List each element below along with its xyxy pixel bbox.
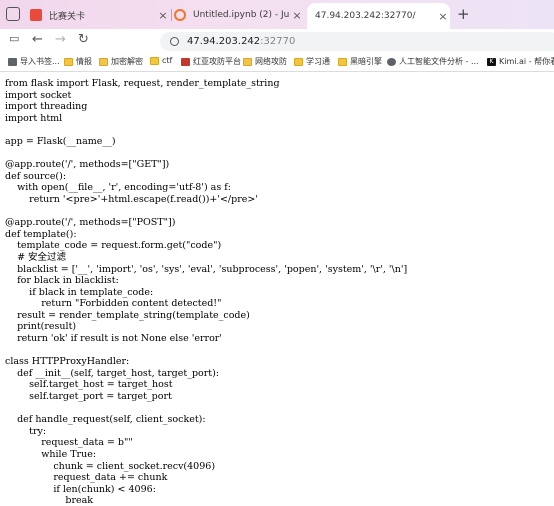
kimi-icon: K: [487, 57, 496, 66]
bookmark-label: 红亚攻防平台: [193, 57, 241, 66]
bookmark-label: 情报: [76, 57, 92, 66]
bookmark-hongya[interactable]: 红亚攻防平台: [181, 56, 241, 67]
competition-favicon-icon: [30, 9, 42, 21]
tab-jupyterlab[interactable]: Untitled.ipynb (2) - JupyterLab ×: [174, 3, 304, 27]
url-port: :32770: [260, 36, 296, 47]
folder-icon: [150, 56, 159, 65]
bookmark-folder-intel[interactable]: 情报: [64, 56, 92, 67]
bookmark-folder-xuexitong[interactable]: 学习通: [294, 56, 330, 67]
import-icon: [8, 57, 17, 66]
close-tab-icon[interactable]: ×: [436, 10, 450, 23]
tab-actions-icon[interactable]: [6, 7, 20, 21]
close-tab-icon[interactable]: ×: [156, 9, 170, 22]
bookmark-folder-network[interactable]: 网络攻防: [243, 56, 287, 67]
new-tab-button[interactable]: +: [457, 5, 470, 23]
folder-icon: [64, 57, 73, 66]
reload-button[interactable]: ↻: [78, 32, 89, 47]
back-button[interactable]: ←: [32, 32, 43, 47]
tab-title: 比赛关卡: [49, 11, 86, 22]
bookmarks-bar: 导入书签... 情报 加密解密 ctf 红亚攻防平台 网络攻防 学习通 黑暗引擎…: [0, 53, 554, 72]
jupyter-favicon-icon: [174, 9, 186, 21]
tab-competition[interactable]: 比赛关卡 ×: [30, 3, 170, 27]
bookmark-label: 导入书签...: [20, 57, 60, 66]
ai-analysis-icon: [387, 57, 396, 66]
bookmark-label: 加密解密: [111, 57, 143, 66]
bookmark-label: 学习通: [306, 57, 330, 66]
folder-icon: [243, 57, 252, 66]
bookmark-label: 黑暗引擎: [350, 57, 382, 66]
page-content: from flask import Flask, request, render…: [0, 72, 554, 506]
sidebar-toggle-icon[interactable]: ▭: [9, 32, 19, 45]
bookmark-folder-ctf[interactable]: ctf: [150, 56, 172, 65]
site-info-icon[interactable]: [170, 37, 179, 46]
bookmark-label: 网络攻防: [255, 57, 287, 66]
source-code-listing: from flask import Flask, request, render…: [5, 78, 408, 506]
bookmark-kimi[interactable]: K Kimi.ai - 帮你看: [487, 56, 554, 67]
bookmark-ai-file-analysis[interactable]: 人工智能文件分析 - ...: [387, 56, 479, 67]
folder-icon: [338, 57, 347, 66]
tab-title: Untitled.ipynb (2) - JupyterLab: [193, 10, 290, 20]
tab-strip: 比赛关卡 × Untitled.ipynb (2) - JupyterLab ×…: [0, 0, 554, 29]
bookmark-label: 人工智能文件分析 - ...: [399, 57, 479, 66]
forward-button[interactable]: →: [55, 32, 66, 47]
folder-icon: [294, 57, 303, 66]
hongya-icon: [181, 57, 190, 66]
address-bar[interactable]: 47.94.203.242:32770: [160, 32, 554, 51]
tab-active-page[interactable]: 47.94.203.242:32770/ ×: [307, 3, 450, 29]
tab-title: 47.94.203.242:32770/: [315, 11, 416, 21]
bookmark-folder-crypto[interactable]: 加密解密: [99, 56, 143, 67]
bookmark-import[interactable]: 导入书签...: [8, 56, 60, 67]
navigation-toolbar: ▭ ← → ↻ 47.94.203.242:32770: [0, 29, 554, 53]
tab-separator: [171, 9, 172, 21]
bookmark-folder-dark-engine[interactable]: 黑暗引擎: [338, 56, 382, 67]
bookmark-label: Kimi.ai - 帮你看: [499, 57, 554, 66]
bookmark-label: ctf: [162, 56, 173, 65]
url-host: 47.94.203.242: [187, 36, 261, 47]
close-tab-icon[interactable]: ×: [290, 9, 304, 22]
folder-icon: [99, 57, 108, 66]
